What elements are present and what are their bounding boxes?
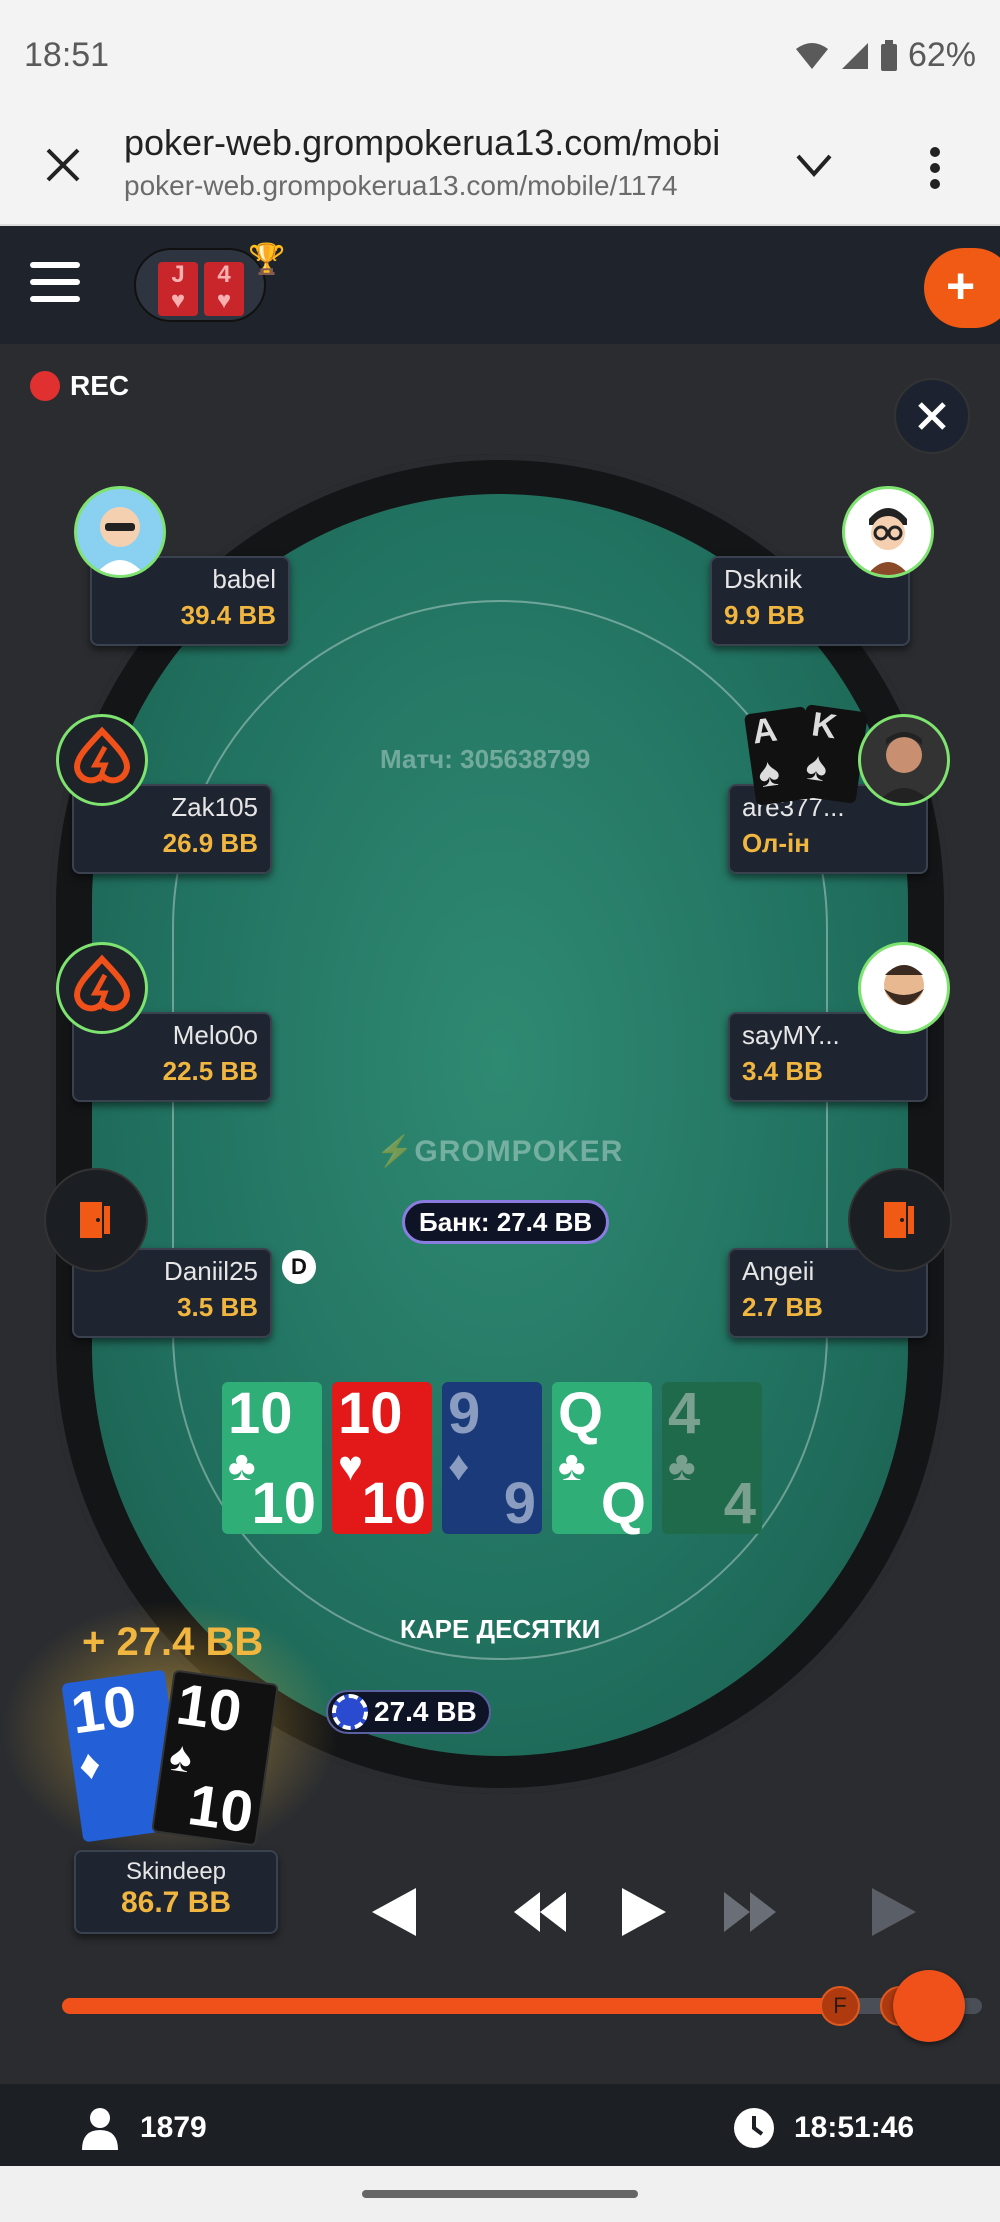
hero-card-2: 10 ♠ 10 xyxy=(151,1669,279,1847)
player-name: Zak105 xyxy=(171,792,258,822)
browser-url-bar: poker-web.grompokerua13.com/mobi poker-w… xyxy=(0,112,1000,226)
player-name: Angeii xyxy=(742,1256,815,1286)
add-funds-button[interactable]: + xyxy=(924,248,1000,328)
hero-stack: 86.7 BB xyxy=(120,1886,232,1919)
signal-icon xyxy=(841,42,868,69)
rewind-button[interactable] xyxy=(510,1888,570,1941)
logo-icon: ⚡ xyxy=(376,1135,415,1168)
player-stack: 2.7 BB xyxy=(742,1292,823,1322)
player-name: babel xyxy=(212,564,276,594)
battery-icon xyxy=(880,39,897,71)
expand-button[interactable] xyxy=(790,146,838,186)
next-step-button[interactable] xyxy=(868,1884,920,1945)
grom-logo-icon xyxy=(73,726,131,784)
more-vert-icon xyxy=(930,147,940,189)
menu-icon xyxy=(30,262,80,302)
player-stack: 39.4 BB xyxy=(180,600,276,630)
player-stack: Ол-ін xyxy=(742,828,810,858)
player-avatar xyxy=(74,486,166,578)
system-nav-bar xyxy=(0,2166,1000,2222)
player-avatar xyxy=(858,942,950,1034)
status-time: 18:51 xyxy=(24,36,110,74)
trophy-icon: 🏆 xyxy=(248,243,286,276)
close-icon xyxy=(918,402,946,430)
players-online: 1879 xyxy=(80,2106,207,2150)
timeline-fill xyxy=(62,1998,854,2014)
clock-icon xyxy=(734,2108,774,2148)
player-avatar xyxy=(56,942,148,1034)
win-amount: + 27.4 BB xyxy=(82,1620,264,1664)
player-stack: 3.5 BB xyxy=(177,1292,258,1322)
photo-avatar-icon xyxy=(877,732,931,803)
bearded-man-avatar-icon xyxy=(884,965,924,1005)
player-name: Dsknik xyxy=(724,564,803,594)
mini-card-2: 4 ♥ xyxy=(204,262,244,316)
url-full: poker-web.grompokerua13.com/mobile/1174 xyxy=(124,170,678,201)
player-avatar xyxy=(56,714,148,806)
table-switcher[interactable]: J ♥ 4 ♥ xyxy=(134,248,266,322)
player-name: sayMY... xyxy=(742,1020,840,1050)
bald-man-avatar-icon xyxy=(95,507,145,575)
triangle-right-icon xyxy=(872,1888,916,1936)
pot-label: Банк: 27.4 BB xyxy=(402,1200,610,1244)
player-stack: 3.4 BB xyxy=(742,1056,823,1086)
player-avatar xyxy=(44,1168,148,1272)
player-avatar xyxy=(842,486,934,578)
dealer-button: D xyxy=(282,1250,316,1284)
triangle-left-icon xyxy=(372,1888,416,1936)
player-stack: 9.9 BB xyxy=(724,600,805,630)
hamburger-menu-button[interactable] xyxy=(30,258,80,306)
rec-indicator: REC xyxy=(30,370,129,402)
grompoker-logo: ⚡GROMPOKER xyxy=(376,1135,624,1168)
chevron-down-icon xyxy=(796,154,832,178)
player-avatar xyxy=(848,1168,952,1272)
rec-dot-icon xyxy=(30,371,60,401)
play-button[interactable] xyxy=(618,1884,670,1945)
glasses-man-avatar-icon xyxy=(867,508,909,575)
mini-card-1: J ♥ xyxy=(158,262,198,316)
wifi-icon xyxy=(795,42,828,69)
play-icon xyxy=(622,1888,666,1936)
grom-logo-icon xyxy=(73,954,131,1012)
fast-forward-button[interactable] xyxy=(720,1888,780,1941)
player-stack: 22.5 BB xyxy=(162,1056,258,1086)
board-card-4: Q ♣ Q xyxy=(552,1382,652,1534)
prev-step-button[interactable] xyxy=(368,1884,420,1945)
close-icon xyxy=(46,148,80,182)
exit-door-icon xyxy=(884,1202,914,1238)
battery-percent: 62% xyxy=(907,36,976,74)
player-stack: 26.9 BB xyxy=(162,828,258,858)
fast-forward-icon xyxy=(724,1892,776,1932)
board-card-2: 10 ♥ 10 xyxy=(332,1382,432,1534)
status-bar: 18:51 62% xyxy=(0,0,1000,112)
exit-door-icon xyxy=(80,1202,110,1238)
menu-button[interactable] xyxy=(920,136,950,196)
timeline-marker-f[interactable]: F xyxy=(820,1986,860,2026)
match-label: Матч: 305638799 xyxy=(380,744,591,774)
app-header: J ♥ 4 ♥ 🏆 + xyxy=(0,226,1000,344)
player-avatar xyxy=(858,714,950,806)
close-table-button[interactable] xyxy=(894,378,970,454)
player-name: Daniil25 xyxy=(164,1256,258,1286)
board-card-5: 4 ♣ 4 xyxy=(662,1382,762,1534)
clock: 18:51:46 xyxy=(732,2106,914,2150)
home-gesture-handle[interactable] xyxy=(362,2190,638,2198)
hand-result-label: КАРЕ ДЕСЯТКИ xyxy=(400,1614,601,1644)
shown-card-king: K ♠ xyxy=(793,704,869,804)
user-icon xyxy=(82,2108,118,2150)
timeline-thumb[interactable] xyxy=(893,1970,966,2042)
board-card-3: 9 ♦ 9 xyxy=(442,1382,542,1534)
player-name: Melo0o xyxy=(172,1020,258,1050)
rewind-icon xyxy=(514,1892,566,1932)
bet-chip: 27.4 BB xyxy=(326,1690,491,1734)
status-icons: 62% xyxy=(794,36,976,75)
close-tab-button[interactable] xyxy=(40,142,86,188)
footer-bar: 1879 18:51:46 xyxy=(0,2086,1000,2166)
hero-seat[interactable]: Skindeep 86.7 BB xyxy=(74,1850,278,1934)
board-card-1: 10 ♣ 10 xyxy=(222,1382,322,1534)
hero-name: Skindeep xyxy=(125,1858,227,1885)
url-title[interactable]: poker-web.grompokerua13.com/mobi xyxy=(124,122,744,164)
